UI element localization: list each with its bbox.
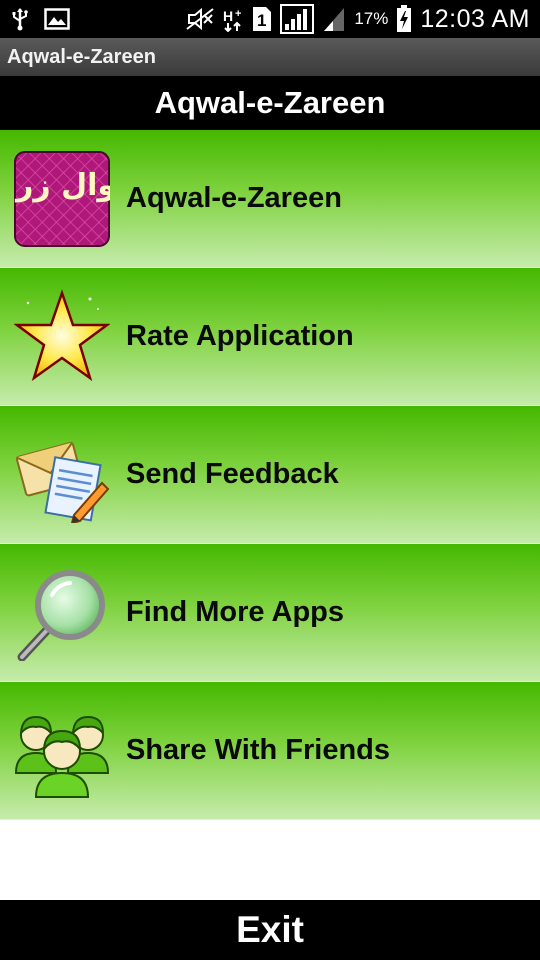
sim-slot-label: 1 <box>257 11 266 30</box>
menu-item-rate[interactable]: Rate Application <box>0 268 540 406</box>
usb-icon <box>10 7 30 31</box>
sim-icon: 1 <box>252 6 272 32</box>
page-title: Aqwal-e-Zareen <box>154 85 386 120</box>
status-right: H + 1 17% 12:03 AM <box>186 4 530 34</box>
svg-text:+: + <box>235 8 241 20</box>
status-left <box>10 7 70 31</box>
exit-label: Exit <box>236 909 304 950</box>
svg-text:H: H <box>223 8 233 24</box>
battery-icon <box>396 5 412 33</box>
main-menu: اقوال زریں Aqwal-e-Zareen Rate App <box>0 130 540 820</box>
window-title: Aqwal-e-Zareen <box>7 45 156 68</box>
status-bar: H + 1 17% 12:03 AM <box>0 0 540 38</box>
feedback-icon <box>14 427 110 523</box>
menu-label-feedback: Send Feedback <box>126 458 339 490</box>
star-icon <box>14 288 110 385</box>
battery-percent: 17% <box>354 9 389 28</box>
book-logo-icon: اقوال زریں <box>14 150 110 247</box>
logo-text: اقوال زریں <box>14 168 110 203</box>
page-header: Aqwal-e-Zareen <box>0 76 540 130</box>
menu-label-more-apps: Find More Apps <box>126 596 345 628</box>
menu-item-more-apps[interactable]: Find More Apps <box>0 544 540 682</box>
menu-label-aqwal: Aqwal-e-Zareen <box>126 182 342 214</box>
menu-label-share: Share With Friends <box>126 734 391 766</box>
network-icon: H + <box>222 6 244 32</box>
exit-button[interactable]: Exit <box>0 900 540 960</box>
image-icon <box>44 8 70 30</box>
signal-weak-icon <box>322 6 346 32</box>
clock: 12:03 AM <box>420 4 530 33</box>
users-icon <box>14 703 110 799</box>
app-title-bar: Aqwal-e-Zareen <box>0 38 540 76</box>
menu-label-rate: Rate Application <box>126 320 354 352</box>
menu-item-feedback[interactable]: Send Feedback <box>0 406 540 544</box>
menu-item-share[interactable]: Share With Friends <box>0 682 540 820</box>
mute-icon <box>186 7 214 31</box>
magnifier-icon <box>14 565 110 661</box>
menu-item-aqwal[interactable]: اقوال زریں Aqwal-e-Zareen <box>0 130 540 268</box>
signal-icon <box>280 4 315 34</box>
